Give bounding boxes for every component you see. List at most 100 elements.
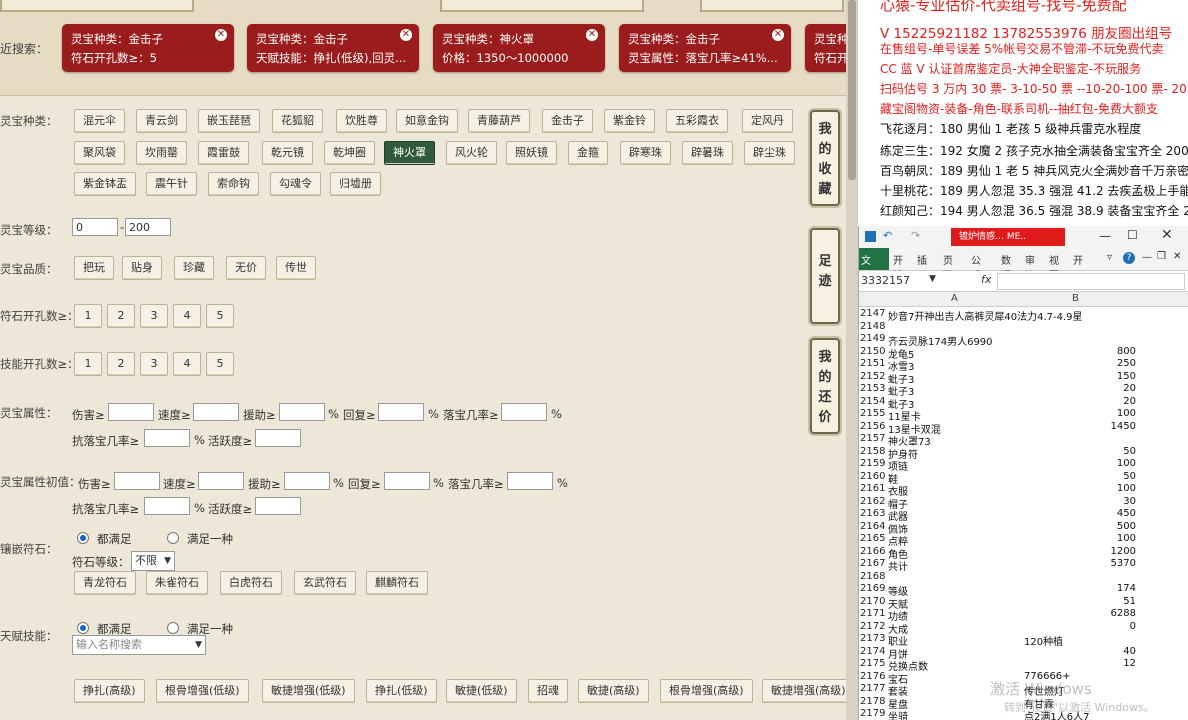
talent-option[interactable]: 敏捷(低级) [446, 679, 517, 703]
row-number[interactable]: 2163 [859, 508, 886, 519]
recent-search-chip[interactable]: 灵宝种类：金击子 天赋技能：挣扎(低级),回灵... ✕ [247, 24, 419, 72]
sheet-row[interactable]: 2161 衣服 100 [859, 483, 1188, 498]
row-number[interactable]: 2153 [859, 383, 886, 394]
minimize-ribbon-icon[interactable]: — [1142, 252, 1152, 263]
sheet-row[interactable]: 2166 角色 1200 [859, 546, 1188, 561]
skill-slot-option[interactable]: 1 [74, 352, 102, 376]
match-one-radio[interactable] [167, 532, 179, 544]
talent-option[interactable]: 根骨增强(低级) [156, 679, 249, 703]
sheet-row[interactable]: 2172 大成 0 [859, 621, 1188, 636]
row-number[interactable]: 2178 [859, 696, 886, 707]
sheet-row[interactable]: 2169 等级 174 [859, 583, 1188, 598]
type-option[interactable]: 紫金铃 [604, 109, 655, 133]
sheet-row[interactable]: 2164 佩饰 500 [859, 521, 1188, 536]
row-number[interactable]: 2166 [859, 546, 886, 557]
row-number[interactable]: 2173 [859, 633, 886, 644]
rune-slot-option[interactable]: 3 [140, 304, 168, 328]
cell-b[interactable]: 50 [1024, 471, 1136, 482]
formula-input[interactable] [997, 273, 1185, 290]
sheet-row[interactable]: 2148 [859, 321, 1188, 334]
type-option[interactable]: 饮胜尊 [336, 109, 387, 133]
row-number[interactable]: 2179 [859, 708, 886, 719]
cell-b[interactable]: 174 [1024, 583, 1136, 594]
talent-option[interactable]: 招魂 [528, 679, 568, 703]
scrollbar-thumb[interactable] [848, 0, 856, 180]
cell-b[interactable]: 50 [1024, 446, 1136, 457]
sheet-row[interactable]: 2162 帽子 30 [859, 496, 1188, 511]
cell-b[interactable]: 100 [1024, 483, 1136, 494]
type-option[interactable]: 辟尘珠 [744, 141, 795, 165]
sheet-row[interactable]: 2175 兑换点数 12 [859, 658, 1188, 673]
talent-option[interactable]: 敏捷增强(低级) [262, 679, 355, 703]
cell-b[interactable]: 100 [1024, 458, 1136, 469]
cell-b[interactable]: 20 [1024, 396, 1136, 407]
talent-option[interactable]: 挣扎(高级) [74, 679, 145, 703]
sheet-row[interactable]: 2158 护身符 50 [859, 446, 1188, 461]
type-option[interactable]: 索命钩 [208, 172, 259, 196]
rune-option[interactable]: 白虎符石 [220, 571, 282, 595]
sheet-row[interactable]: 2149 齐云灵脉174男人6990 [859, 333, 1188, 348]
row-number[interactable]: 2177 [859, 683, 886, 694]
maximize-icon[interactable]: ☐ [1127, 228, 1138, 242]
quality-option[interactable]: 传世 [276, 256, 316, 280]
close-icon[interactable]: ✕ [215, 29, 227, 41]
row-number[interactable]: 2160 [859, 471, 886, 482]
redo-icon[interactable]: ↷ [911, 229, 920, 242]
anti-drop-init-input[interactable] [144, 497, 190, 515]
match-all-radio[interactable] [77, 532, 89, 544]
help-icon[interactable]: ? [1123, 252, 1135, 264]
close-icon[interactable]: ✕ [1173, 251, 1181, 262]
rune-level-select[interactable]: 不限 ▼ [131, 551, 175, 571]
type-option[interactable]: 风火轮 [446, 141, 497, 165]
row-number[interactable]: 2170 [859, 596, 886, 607]
cell-b[interactable]: 150 [1024, 371, 1136, 382]
cell-b[interactable]: 1450 [1024, 421, 1136, 432]
sheet-row[interactable]: 2168 [859, 571, 1188, 584]
type-option[interactable]: 青云剑 [136, 109, 187, 133]
level-min-input[interactable]: 0 [72, 218, 118, 236]
level-max-input[interactable]: 200 [125, 218, 171, 236]
recent-search-chip[interactable]: 灵宝种类：神火罩 价格：1350～1000000 ✕ [433, 24, 605, 72]
sheet-row[interactable]: 2156 13星卡双混 1450 [859, 421, 1188, 436]
row-number[interactable]: 2175 [859, 658, 886, 669]
page-scrollbar[interactable] [846, 0, 858, 720]
sheet-row[interactable]: 2155 11星卡 100 [859, 408, 1188, 423]
active-init-input[interactable] [255, 497, 301, 515]
row-number[interactable]: 2172 [859, 621, 886, 632]
cell-b[interactable]: 5370 [1024, 558, 1136, 569]
cell-a[interactable]: 坐骑 [888, 708, 908, 720]
quality-option[interactable]: 珍藏 [174, 256, 214, 280]
active-input[interactable] [255, 429, 301, 447]
type-option[interactable]: 花狐貂 [272, 109, 323, 133]
row-number[interactable]: 2176 [859, 671, 886, 682]
type-option[interactable]: 勾魂令 [270, 172, 321, 196]
drop-input[interactable] [501, 403, 547, 421]
type-option[interactable]: 神火罩 [384, 141, 435, 165]
speed-input[interactable] [193, 403, 239, 421]
type-option[interactable]: 定风丹 [742, 109, 793, 133]
row-number[interactable]: 2167 [859, 558, 886, 569]
recover-input[interactable] [378, 403, 424, 421]
row-number[interactable]: 2157 [859, 433, 886, 444]
type-option[interactable]: 辟寒珠 [620, 141, 671, 165]
type-option[interactable]: 五彩霞衣 [666, 109, 728, 133]
row-number[interactable]: 2165 [859, 533, 886, 544]
cell-b[interactable]: 51 [1024, 596, 1136, 607]
row-number[interactable]: 2149 [859, 333, 886, 344]
skill-slot-option[interactable]: 5 [206, 352, 234, 376]
rune-option[interactable]: 麒麟符石 [366, 571, 428, 595]
damage-input[interactable] [108, 403, 154, 421]
row-number[interactable]: 2171 [859, 608, 886, 619]
cell-b[interactable]: 800 [1024, 346, 1136, 357]
chevron-down-icon[interactable]: ▼ [929, 274, 936, 284]
rune-option[interactable]: 青龙符石 [74, 571, 136, 595]
chevron-down-icon[interactable]: ▿ [1107, 252, 1112, 263]
sheet-row[interactable]: 2154 蚍子3 20 [859, 396, 1188, 411]
sheet-row[interactable]: 2159 项链 100 [859, 458, 1188, 473]
speed-init-input[interactable] [198, 472, 244, 490]
skill-slot-option[interactable]: 4 [173, 352, 201, 376]
sheet-row[interactable]: 2167 共计 5370 [859, 558, 1188, 573]
sheet-row[interactable]: 2151 冰雪3 250 [859, 358, 1188, 373]
close-icon[interactable]: ✕ [586, 29, 598, 41]
rune-option[interactable]: 朱雀符石 [146, 571, 208, 595]
